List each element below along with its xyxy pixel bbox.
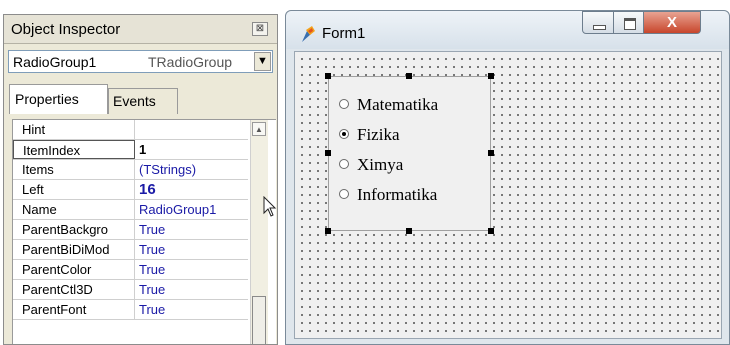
object-inspector-titlebar: Object Inspector ⊠ xyxy=(4,15,277,44)
property-name: Left xyxy=(13,180,135,199)
component-selector[interactable]: RadioGroup1 TRadioGroup ▼ xyxy=(8,50,273,73)
property-value[interactable]: True xyxy=(139,280,247,299)
form-title: Form1 xyxy=(322,25,366,42)
radio-button[interactable] xyxy=(339,189,349,199)
close-button[interactable]: X xyxy=(643,11,701,34)
form-window: Form1 X Matematika Fizika Ximya Informat… xyxy=(285,10,730,345)
property-row[interactable]: Name RadioGroup1 xyxy=(13,200,248,220)
chevron-down-icon[interactable]: ▼ xyxy=(254,52,271,71)
property-value[interactable]: 1 xyxy=(139,140,247,159)
property-name: ParentCtl3D xyxy=(13,280,135,299)
property-value[interactable]: RadioGroup1 xyxy=(139,200,247,219)
tab-label: Events xyxy=(113,93,156,109)
radio-label: Ximya xyxy=(357,155,404,174)
property-value[interactable]: 16 xyxy=(139,180,247,199)
resize-handle[interactable] xyxy=(406,73,412,79)
resize-handle[interactable] xyxy=(325,73,331,79)
scroll-thumb[interactable] xyxy=(252,296,266,344)
property-value[interactable]: (TStrings) xyxy=(139,160,247,179)
component-type: TRadioGroup xyxy=(148,54,233,70)
property-row[interactable]: ParentBackgro True xyxy=(13,220,248,240)
property-name: ItemIndex xyxy=(13,140,135,159)
component-name: RadioGroup1 xyxy=(13,54,97,70)
resize-handle[interactable] xyxy=(488,150,494,156)
property-value[interactable]: True xyxy=(139,220,247,239)
property-name: ParentColor xyxy=(13,260,135,279)
close-icon[interactable]: ⊠ xyxy=(252,22,268,36)
resize-handle[interactable] xyxy=(488,228,494,234)
maximize-button[interactable] xyxy=(613,11,644,34)
property-row[interactable]: Left 16 xyxy=(13,180,248,200)
radio-button[interactable] xyxy=(339,99,349,109)
radio-button[interactable] xyxy=(339,129,349,139)
property-name: Items xyxy=(13,160,135,179)
radio-button[interactable] xyxy=(339,159,349,169)
property-row[interactable]: ParentColor True xyxy=(13,260,248,280)
mouse-cursor-icon xyxy=(263,196,277,217)
resize-handle[interactable] xyxy=(488,73,494,79)
tab-events[interactable]: Events xyxy=(108,88,178,114)
close-icon: X xyxy=(666,14,677,31)
resize-handle[interactable] xyxy=(406,228,412,234)
vertical-scrollbar[interactable]: ▲ xyxy=(250,120,268,344)
form-titlebar[interactable]: Form1 X xyxy=(286,11,729,49)
scroll-up-icon[interactable]: ▲ xyxy=(252,122,266,136)
radio-label: Informatika xyxy=(357,185,438,204)
property-row[interactable]: Hint xyxy=(13,120,248,140)
property-name: ParentFont xyxy=(13,300,135,319)
resize-handle[interactable] xyxy=(325,228,331,234)
property-row[interactable]: ItemIndex 1 xyxy=(13,140,248,160)
property-value[interactable] xyxy=(139,120,247,139)
form-design-canvas[interactable]: Matematika Fizika Ximya Informatika xyxy=(294,51,722,339)
radio-label: Matematika xyxy=(357,95,439,114)
tab-properties[interactable]: Properties xyxy=(9,84,108,114)
property-row[interactable]: ParentFont True xyxy=(13,300,248,320)
property-grid: Hint ItemIndex 1 Items (TStrings) Left 1… xyxy=(12,119,276,344)
object-inspector-title: Object Inspector xyxy=(11,21,121,38)
radio-group[interactable]: Matematika Fizika Ximya Informatika xyxy=(328,76,491,231)
property-name: ParentBackgro xyxy=(13,220,135,239)
minimize-icon xyxy=(593,25,606,30)
minimize-button[interactable] xyxy=(582,11,614,34)
property-value[interactable]: True xyxy=(139,260,247,279)
property-row[interactable]: ParentCtl3D True xyxy=(13,280,248,300)
maximize-icon xyxy=(624,18,636,30)
property-row[interactable]: Items (TStrings) xyxy=(13,160,248,180)
object-inspector-panel: Object Inspector ⊠ RadioGroup1 TRadioGro… xyxy=(3,14,278,345)
property-value[interactable]: True xyxy=(139,300,247,319)
property-name: Name xyxy=(13,200,135,219)
property-name: ParentBiDiMod xyxy=(13,240,135,259)
radio-label: Fizika xyxy=(357,125,400,144)
property-value[interactable]: True xyxy=(139,240,247,259)
delphi-torch-icon xyxy=(302,26,315,42)
property-name: Hint xyxy=(13,120,135,139)
resize-handle[interactable] xyxy=(325,150,331,156)
property-row[interactable]: ParentBiDiMod True xyxy=(13,240,248,260)
tab-label: Properties xyxy=(15,91,79,107)
